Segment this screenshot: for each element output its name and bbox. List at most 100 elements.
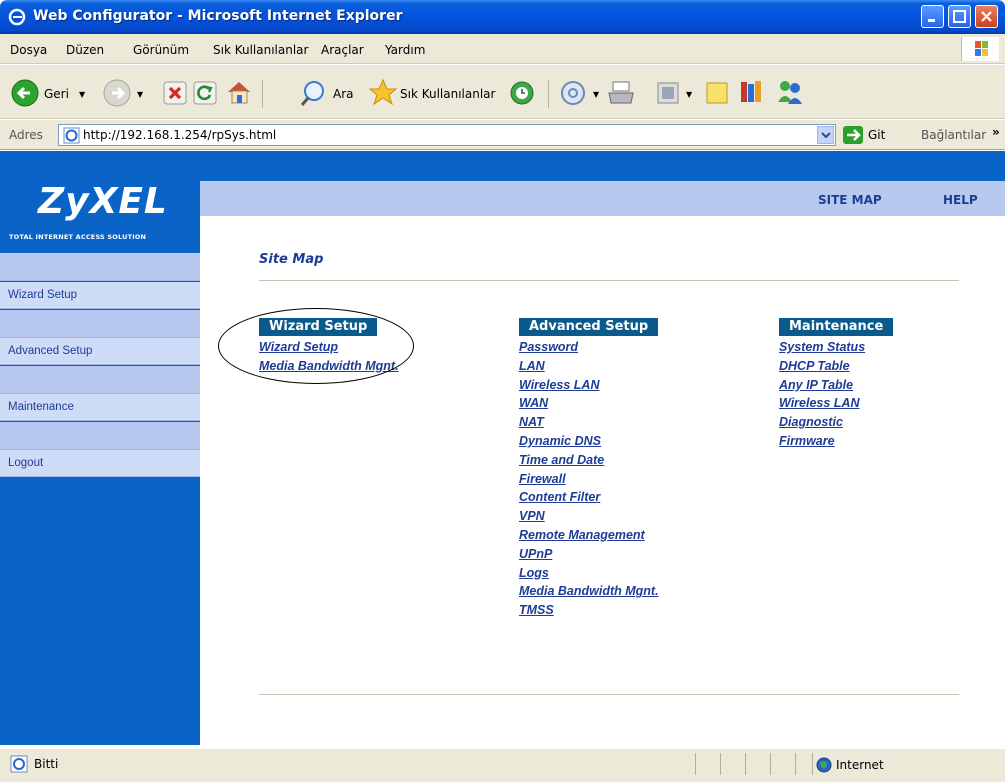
address-url[interactable]: http://192.168.1.254/rpSys.html [83, 128, 276, 142]
refresh-button[interactable] [193, 81, 217, 108]
advanced-setup-links: Password LAN Wireless LAN WAN NAT Dynami… [519, 340, 659, 622]
menu-favorites[interactable]: Sık Kullanılanlar [213, 43, 308, 57]
address-dropdown-button[interactable] [817, 126, 834, 144]
status-divider [695, 753, 696, 775]
maximize-icon [953, 10, 966, 23]
stop-button[interactable] [163, 81, 187, 108]
status-divider [745, 753, 746, 775]
back-label[interactable]: Geri [44, 87, 69, 101]
address-bar: Adres http://192.168.1.254/rpSys.html Gi… [0, 120, 1005, 150]
mail-dropdown-icon[interactable]: ▼ [593, 90, 599, 99]
link-tmss[interactable]: TMSS [519, 603, 659, 622]
sidebar-item-maintenance[interactable]: Maintenance [0, 394, 200, 421]
link-upnp[interactable]: UPnP [519, 547, 659, 566]
forward-dropdown-icon[interactable]: ▼ [137, 90, 143, 99]
menu-tools[interactable]: Araçlar [321, 43, 364, 57]
maximize-button[interactable] [948, 5, 971, 28]
link-wireless-lan[interactable]: Wireless LAN [779, 396, 865, 415]
link-remote-management[interactable]: Remote Management [519, 528, 659, 547]
title-divider [259, 280, 959, 281]
messenger-button[interactable] [775, 78, 805, 109]
page-title: Site Map [259, 252, 324, 267]
header-band [0, 151, 1005, 181]
messenger-icon [778, 81, 802, 104]
link-time-and-date[interactable]: Time and Date [519, 453, 659, 472]
research-button[interactable] [737, 78, 767, 109]
favorites-label[interactable]: Sık Kullanılanlar [400, 87, 495, 101]
link-dynamic-dns[interactable]: Dynamic DNS [519, 434, 659, 453]
link-any-ip-table[interactable]: Any IP Table [779, 378, 865, 397]
link-lan[interactable]: LAN [519, 359, 659, 378]
brand-logo: ZyXEL [38, 181, 168, 222]
bottom-divider [259, 694, 959, 695]
link-nat[interactable]: NAT [519, 415, 659, 434]
sidebar-item-label[interactable]: Advanced Setup [8, 345, 92, 357]
help-link[interactable]: HELP [943, 193, 978, 207]
link-firmware[interactable]: Firmware [779, 434, 865, 453]
page-done-icon [10, 755, 28, 773]
link-dhcp-table[interactable]: DHCP Table [779, 359, 865, 378]
go-arrow-icon [847, 129, 861, 141]
history-icon [510, 81, 534, 105]
link-logs[interactable]: Logs [519, 566, 659, 585]
sidebar-item-label[interactable]: Logout [8, 457, 43, 469]
sidebar: Wizard Setup Advanced Setup Maintenance … [0, 253, 200, 745]
close-button[interactable] [975, 5, 998, 28]
menu-help[interactable]: Yardım [385, 43, 425, 57]
chevron-down-icon [821, 132, 831, 139]
search-label[interactable]: Ara [333, 87, 354, 101]
sidebar-item-label[interactable]: Maintenance [8, 401, 74, 413]
stop-icon [163, 81, 187, 105]
menu-duzen[interactable]: Düzen [66, 43, 104, 57]
edit-dropdown-icon[interactable]: ▼ [686, 90, 692, 99]
search-button[interactable] [300, 79, 330, 110]
edit-icon [657, 82, 679, 104]
go-label[interactable]: Git [868, 128, 885, 142]
back-button[interactable] [10, 78, 40, 111]
link-content-filter[interactable]: Content Filter [519, 490, 659, 509]
links-more-icon[interactable]: » [992, 125, 1000, 139]
link-media-bandwidth[interactable]: Media Bandwidth Mgnt. [519, 584, 659, 603]
sidebar-item-wizard-setup[interactable]: Wizard Setup [0, 282, 200, 309]
discuss-button[interactable] [704, 80, 730, 109]
content-corner [200, 216, 260, 256]
link-system-status[interactable]: System Status [779, 340, 865, 359]
link-firewall[interactable]: Firewall [519, 472, 659, 491]
link-vpn[interactable]: VPN [519, 509, 659, 528]
menu-dosya[interactable]: Dosya [10, 43, 47, 57]
favorites-button[interactable] [368, 78, 398, 109]
link-password[interactable]: Password [519, 340, 659, 359]
go-button[interactable] [843, 126, 863, 144]
research-books-icon [741, 81, 761, 102]
address-label: Adres [9, 128, 43, 142]
home-button[interactable] [224, 78, 254, 109]
printer-icon [608, 81, 634, 104]
link-wireless-lan[interactable]: Wireless LAN [519, 378, 659, 397]
menu-gorunum[interactable]: Görünüm [133, 43, 189, 57]
title-bar[interactable]: Web Configurator - Microsoft Internet Ex… [0, 0, 1005, 34]
edit-button[interactable] [656, 81, 680, 108]
address-input[interactable]: http://192.168.1.254/rpSys.html [58, 124, 836, 146]
sidebar-item-logout[interactable]: Logout [0, 450, 200, 477]
print-button[interactable] [607, 79, 637, 110]
home-icon [228, 82, 250, 104]
link-diagnostic[interactable]: Diagnostic [779, 415, 865, 434]
forward-arrow-icon [103, 79, 131, 107]
sidebar-item-advanced-setup[interactable]: Advanced Setup [0, 338, 200, 365]
status-text: Bitti [34, 757, 59, 771]
link-wan[interactable]: WAN [519, 396, 659, 415]
forward-button[interactable] [102, 78, 132, 111]
minimize-icon [928, 19, 935, 22]
menu-bar: Dosya Düzen Görünüm Sık Kullanılanlar Ar… [0, 34, 1005, 64]
history-button[interactable] [507, 79, 537, 110]
back-dropdown-icon[interactable]: ▼ [79, 90, 85, 99]
advanced-setup-heading: Advanced Setup [519, 318, 659, 336]
mail-button[interactable] [558, 78, 590, 109]
links-label[interactable]: Bağlantılar [921, 128, 986, 142]
close-icon [981, 11, 992, 22]
sidebar-spacer [0, 366, 200, 394]
sidebar-item-label[interactable]: Wizard Setup [8, 289, 77, 301]
minimize-button[interactable] [921, 5, 944, 28]
top-nav-band [200, 181, 1005, 216]
site-map-link[interactable]: SITE MAP [818, 193, 882, 207]
